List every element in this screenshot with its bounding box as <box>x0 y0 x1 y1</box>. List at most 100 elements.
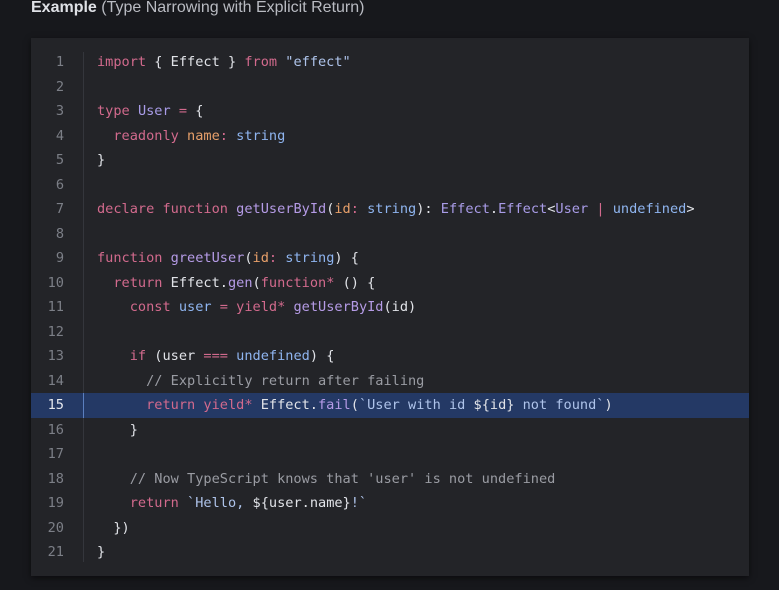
code-line[interactable]: 14 // Explicitly return after failing <box>31 369 749 394</box>
code-block[interactable]: 1 import { Effect } from "effect" 2 3 type U… <box>31 38 749 576</box>
code-token: `Hello, <box>187 495 253 511</box>
code-token: ${user.name} <box>252 495 351 511</box>
line-source: function greetUser(id: string) { <box>97 246 359 271</box>
code-token: ) { <box>309 348 335 364</box>
line-number: 21 <box>47 544 64 560</box>
line-source: readonly name: string <box>97 124 285 149</box>
code-line[interactable]: 3 type User = { <box>31 99 749 124</box>
code-token: `User with id <box>358 397 474 413</box>
code-line[interactable]: 17 <box>31 442 749 467</box>
code-token: const <box>129 299 171 315</box>
code-token: = <box>178 103 188 119</box>
code-line[interactable]: 1 import { Effect } from "effect" <box>31 50 749 75</box>
code-line[interactable]: 13 if (user === undefined) { <box>31 344 749 369</box>
code-lines: 1 import { Effect } from "effect" 2 3 type U… <box>31 50 749 565</box>
code-token: User <box>137 103 171 119</box>
code-line[interactable]: 9 function greetUser(id: string) { <box>31 246 749 271</box>
code-token: = <box>219 299 228 315</box>
code-token: if <box>129 348 147 364</box>
code-token: function <box>97 250 163 266</box>
example-heading: Example (Type Narrowing with Explicit Re… <box>31 0 364 19</box>
code-token: ): <box>416 201 441 217</box>
code-token: Effect <box>440 201 490 217</box>
code-token: function* <box>260 274 335 291</box>
code-token: | <box>596 201 605 217</box>
code-line[interactable]: 11 const user = yield* getUserById(id) <box>31 295 749 320</box>
line-number: 6 <box>55 176 64 193</box>
code-token: return <box>146 397 196 413</box>
code-token: User <box>555 201 589 217</box>
code-token: yield* <box>203 397 253 413</box>
code-line[interactable]: 7 declare function getUserById(id: string… <box>31 197 749 222</box>
line-source: // Now TypeScript knows that 'user' is n… <box>97 467 556 492</box>
code-token: !` <box>350 495 368 511</box>
line-number: 5 <box>55 152 64 168</box>
code-token: return <box>113 274 163 291</box>
code-token: } <box>97 421 138 438</box>
line-number: 1 <box>55 54 64 70</box>
code-token: getUserById <box>236 201 327 217</box>
code-line[interactable]: 8 <box>31 222 749 247</box>
code-token: string <box>367 201 417 217</box>
code-line[interactable]: 2 <box>31 75 749 100</box>
code-line[interactable]: 16 } <box>31 418 749 443</box>
line-number: 16 <box>47 421 64 438</box>
code-token: fail <box>318 397 351 413</box>
code-line[interactable]: 4 readonly name: string <box>31 124 749 149</box>
code-token: ) { <box>334 250 359 266</box>
code-token: ( <box>244 250 253 266</box>
line-number: 13 <box>47 348 64 364</box>
line-source: }) <box>97 516 130 541</box>
code-token: name <box>187 127 220 144</box>
line-number: 3 <box>55 103 64 119</box>
line-number: 14 <box>47 372 64 389</box>
code-token: (id) <box>383 299 417 315</box>
line-source: return Effect.gen(function* () { <box>97 271 375 296</box>
line-source: // Explicitly return after failing <box>97 369 424 394</box>
code-token: // Now TypeScript knows that 'user' is n… <box>129 470 556 487</box>
line-number: 18 <box>47 470 64 487</box>
code-token: string <box>236 127 286 144</box>
line-source: const user = yield* getUserById(id) <box>97 295 417 320</box>
code-token: undefined <box>236 348 310 364</box>
code-token: id <box>334 201 351 217</box>
code-token: greetUser <box>170 250 245 266</box>
line-number: 15 <box>47 397 64 413</box>
code-token: { Effect } <box>146 54 245 70</box>
code-token: import <box>97 54 147 70</box>
code-token: gen <box>227 274 253 291</box>
code-token: () { <box>334 274 376 291</box>
code-line[interactable]: 12 <box>31 320 749 345</box>
code-line[interactable]: 15 return yield* Effect.fail(`User with … <box>31 393 749 418</box>
code-line[interactable]: 21} <box>31 540 749 565</box>
code-token: undefined <box>612 201 687 217</box>
code-token: id <box>252 250 269 266</box>
code-token: return <box>129 495 179 511</box>
line-number: 7 <box>55 201 64 217</box>
code-line[interactable]: 6 <box>31 173 749 198</box>
code-line[interactable]: 10 return Effect.gen(function* () { <box>31 271 749 296</box>
code-line[interactable]: 20 }) <box>31 516 749 541</box>
code-line[interactable]: 5} <box>31 148 749 173</box>
code-line[interactable]: 18 // Now TypeScript knows that 'user' i… <box>31 467 749 492</box>
line-source: } <box>97 148 105 173</box>
code-token: Effect. <box>162 274 228 291</box>
line-source: declare function getUserById(id: string)… <box>97 197 695 222</box>
code-token: }) <box>97 519 130 536</box>
code-token: declare <box>97 201 155 217</box>
line-source: type User = { <box>97 99 203 124</box>
code-line[interactable]: 19 return `Hello, ${user.name}!` <box>31 491 749 516</box>
line-number: 2 <box>55 78 64 95</box>
